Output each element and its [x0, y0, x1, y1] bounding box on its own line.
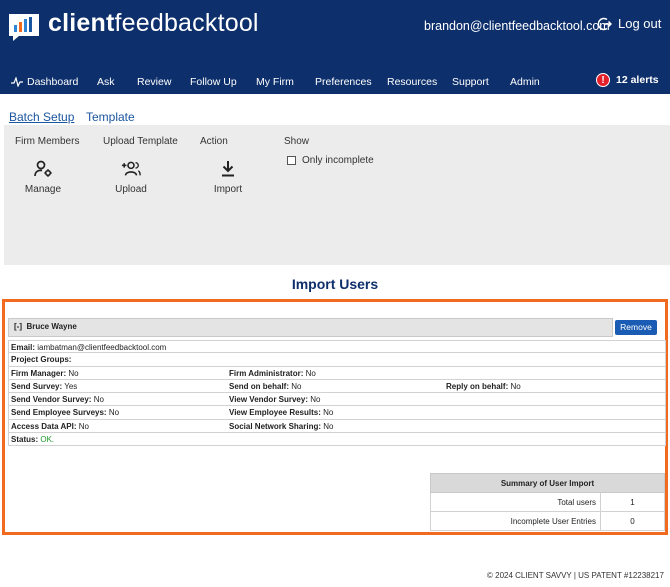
summary-title: Summary of User Import: [430, 473, 665, 493]
logo-icon[interactable]: [7, 12, 41, 42]
user-gear-icon: [34, 160, 52, 177]
nav-admin[interactable]: Admin: [510, 76, 540, 88]
nav-follow-up[interactable]: Follow Up: [190, 76, 237, 88]
status-cell: Status: OK.: [11, 435, 55, 445]
nav-support[interactable]: Support: [452, 76, 489, 88]
logout-link[interactable]: Log out: [598, 16, 661, 31]
upload-button[interactable]: Upload: [101, 160, 161, 195]
detail-row-api: Access Data API: No Social Network Shari…: [8, 419, 666, 434]
tab-batch-setup[interactable]: Batch Setup: [9, 110, 74, 124]
brand-name[interactable]: clientfeedbacktool: [48, 9, 259, 38]
view-employee-results-cell: View Employee Results: No: [229, 408, 334, 418]
nav-preferences[interactable]: Preferences: [315, 76, 372, 88]
action-heading: Action: [200, 136, 228, 147]
detail-row-firm-roles: Firm Manager: No Firm Administrator: No: [8, 366, 666, 380]
add-users-icon: [121, 161, 141, 176]
send-on-behalf-cell: Send on behalf: No: [229, 381, 302, 391]
detail-row-vendor: Send Vendor Survey: No View Vendor Surve…: [8, 393, 666, 407]
user-name: Bruce Wayne: [26, 322, 77, 331]
footer-copyright: © 2024 CLIENT SAVVY | US PATENT #1223821…: [487, 571, 664, 580]
nav-review[interactable]: Review: [137, 76, 171, 88]
download-icon: [222, 161, 234, 177]
nav-my-firm[interactable]: My Firm: [256, 76, 294, 88]
send-vendor-survey-cell: Send Vendor Survey: No: [11, 395, 104, 405]
nav-resources[interactable]: Resources: [387, 76, 437, 88]
import-summary-table: Summary of User Import Total users 1 Inc…: [430, 473, 665, 531]
detail-row-project-groups: Project Groups:: [8, 353, 666, 367]
alerts-link[interactable]: ! 12 alerts: [596, 73, 659, 87]
summary-row: Total users 1: [430, 492, 665, 512]
send-survey-cell: Send Survey: Yes: [11, 381, 78, 391]
user-record-header: [-] Bruce Wayne: [8, 318, 613, 337]
firm-members-heading: Firm Members: [15, 136, 80, 147]
nav-dashboard[interactable]: Dashboard: [11, 76, 78, 88]
batch-tools-panel: Firm Members Upload Template Action Show…: [4, 125, 670, 265]
detail-row-survey: Send Survey: Yes Send on behalf: No Repl…: [8, 379, 666, 394]
pulse-icon: [11, 77, 23, 87]
summary-label: Incomplete User Entries: [430, 511, 601, 531]
reply-on-behalf-cell: Reply on behalf: No: [446, 381, 521, 391]
user-details-table: Email: iambatman@clientfeedbacktool.com …: [8, 340, 666, 447]
summary-row: Incomplete User Entries 0: [430, 511, 665, 531]
remove-button[interactable]: Remove: [615, 320, 657, 335]
show-heading: Show: [284, 136, 310, 147]
email-cell: Email: iambatman@clientfeedbacktool.com: [11, 343, 167, 352]
collapse-toggle[interactable]: [-]: [14, 322, 22, 331]
firm-administrator-cell: Firm Administrator: No: [229, 368, 316, 378]
top-header: clientfeedbacktool brandon@clientfeedbac…: [0, 0, 670, 94]
import-users-title: Import Users: [291, 276, 379, 292]
summary-label: Total users: [430, 492, 601, 512]
upload-template-heading: Upload Template: [103, 136, 178, 147]
checkbox-box[interactable]: [287, 156, 296, 165]
tab-bar: Batch Setup Template: [0, 108, 670, 126]
detail-row-status: Status: OK.: [8, 433, 666, 447]
import-button[interactable]: Import: [198, 160, 258, 195]
send-employee-surveys-cell: Send Employee Surveys: No: [11, 408, 120, 418]
import-users-panel: [-] Bruce Wayne Remove Email: iambatman@…: [2, 299, 668, 535]
summary-value: 1: [600, 492, 665, 512]
social-network-sharing-cell: Social Network Sharing: No: [229, 421, 334, 431]
firm-manager-cell: Firm Manager: No: [11, 368, 79, 378]
user-email: brandon@clientfeedbacktool.com: [424, 19, 610, 33]
alert-icon: !: [596, 73, 610, 87]
manage-button[interactable]: Manage: [13, 160, 73, 195]
detail-row-employee: Send Employee Surveys: No View Employee …: [8, 406, 666, 420]
detail-row-email: Email: iambatman@clientfeedbacktool.com: [8, 340, 666, 354]
project-groups-cell: Project Groups:: [11, 355, 72, 365]
tab-template[interactable]: Template: [86, 110, 135, 124]
logout-icon: [598, 17, 612, 30]
view-vendor-survey-cell: View Vendor Survey: No: [229, 395, 321, 405]
status-ok: OK.: [40, 435, 55, 445]
summary-value: 0: [600, 511, 665, 531]
main-nav: Dashboard Ask Review Follow Up My Firm P…: [0, 72, 670, 92]
access-data-api-cell: Access Data API: No: [11, 421, 89, 431]
only-incomplete-checkbox[interactable]: Only incomplete: [287, 155, 374, 166]
nav-ask[interactable]: Ask: [97, 76, 115, 88]
